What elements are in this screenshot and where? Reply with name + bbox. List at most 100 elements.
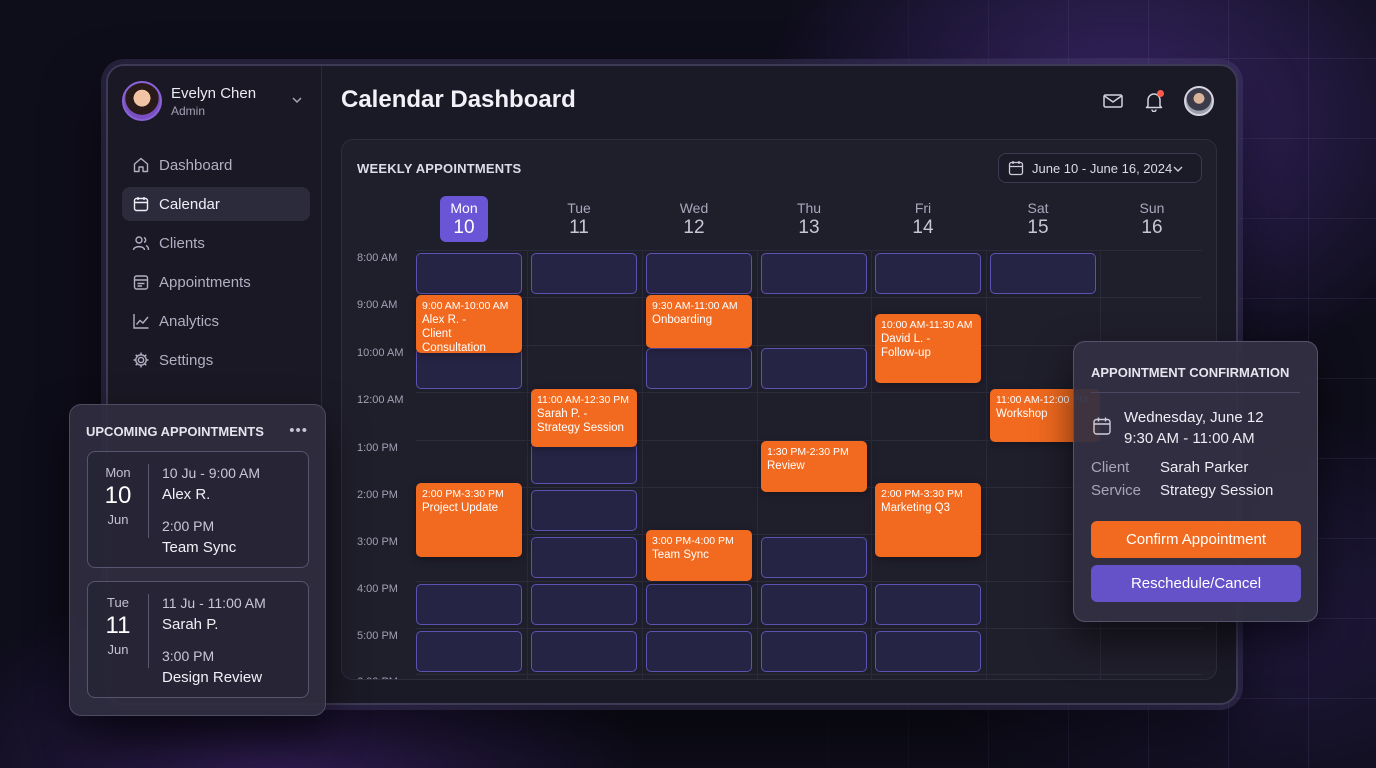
open-time-slot[interactable] — [531, 443, 637, 484]
card-weekday: Mon — [105, 465, 131, 480]
day-header-sun[interactable]: Sun 16 — [1128, 196, 1176, 242]
user-profile[interactable]: Evelyn Chen Admin — [122, 81, 256, 121]
confirm-appointment-button[interactable]: Confirm Appointment — [1091, 521, 1301, 558]
open-time-slot[interactable] — [761, 348, 867, 389]
appointment-event[interactable]: 1:30 PM-2:30 PM Review — [761, 440, 867, 492]
appointment-event[interactable]: 3:00 PM-4:00 PM Team Sync — [646, 530, 752, 581]
appointment-event[interactable]: 9:00 AM-10:00 AM Alex R. - Client Consult… — [416, 295, 522, 353]
grid-column-line — [986, 250, 987, 679]
day-header-thu[interactable]: Thu 13 — [785, 196, 833, 242]
confirmation-date: Wednesday, June 12 — [1124, 409, 1264, 426]
open-time-slot[interactable] — [875, 631, 981, 672]
open-time-slot[interactable] — [761, 537, 867, 578]
time-label: 2:00 PM — [357, 489, 398, 501]
client-value: Sarah Parker — [1160, 459, 1249, 476]
chart-line-icon — [133, 314, 149, 329]
upcoming-card[interactable]: Mon 10 Jun 10 Ju - 9:00 AM Alex R. 2:00 … — [87, 451, 309, 568]
sidebar-item-settings[interactable]: Settings — [122, 343, 310, 377]
clipboard-icon — [133, 275, 149, 290]
day-name: Sat — [1027, 200, 1049, 216]
open-time-slot[interactable] — [646, 348, 752, 389]
time-label: 8:00 AM — [357, 252, 398, 264]
day-date: 12 — [683, 217, 705, 238]
reschedule-cancel-button[interactable]: Reschedule/Cancel — [1091, 565, 1301, 602]
event-title: Marketing Q3 — [881, 502, 951, 514]
open-time-slot[interactable] — [761, 253, 867, 294]
sidebar-item-label: Dashboard — [159, 156, 233, 174]
appointment-event[interactable]: 11:00 AM-12:30 PM Sarah P. - Strategy Ses… — [531, 389, 637, 447]
chevron-down-icon[interactable] — [292, 95, 302, 105]
service-label: Service — [1091, 482, 1142, 499]
grid-line — [416, 674, 1202, 675]
open-time-slot[interactable] — [531, 584, 637, 625]
day-header-mon[interactable]: Mon 10 — [440, 196, 488, 242]
open-time-slot[interactable] — [875, 253, 981, 294]
date-range-select[interactable]: June 10 - June 16, 2024 — [998, 153, 1202, 183]
list-item: 10 Ju - 9:00 AM Alex R. — [162, 465, 260, 503]
event-title: David L. - Follow-up — [881, 332, 931, 359]
chevron-down-icon — [1173, 166, 1183, 172]
open-time-slot[interactable] — [416, 584, 522, 625]
client-label: Client — [1091, 459, 1130, 476]
page-title: Calendar Dashboard — [341, 86, 576, 113]
more-icon[interactable]: ••• — [289, 422, 308, 439]
appointment-event[interactable]: 10:00 AM-11:30 AM David L. - Follow-up — [875, 313, 981, 383]
card-month: Jun — [107, 642, 129, 657]
sidebar-item-appointments[interactable]: Appointments — [122, 265, 310, 299]
home-icon — [133, 157, 149, 173]
sidebar-item-label: Appointments — [159, 273, 251, 291]
mail-icon[interactable] — [1102, 90, 1124, 112]
bell-icon[interactable] — [1143, 90, 1165, 113]
day-header-sat[interactable]: Sat 15 — [1014, 196, 1062, 242]
time-label: 10:00 AM — [357, 347, 404, 359]
time-label: 4:00 PM — [357, 583, 398, 595]
event-title: Review — [767, 459, 805, 472]
day-header-wed[interactable]: Wed 12 — [670, 196, 718, 242]
appointment-event[interactable]: 2:00 PM-3:30 PM Project Update — [416, 483, 522, 557]
open-time-slot[interactable] — [531, 537, 637, 578]
day-header-fri[interactable]: Fri 14 — [899, 196, 947, 242]
open-time-slot[interactable] — [875, 584, 981, 625]
time-label: 12:00 AM — [357, 394, 404, 406]
divider — [1091, 392, 1300, 393]
open-time-slot[interactable] — [646, 584, 752, 625]
open-time-slot[interactable] — [531, 253, 637, 294]
time-label: 3:00 PM — [357, 536, 398, 548]
event-title: Alex R. - Client Consultation — [422, 314, 486, 353]
open-time-slot[interactable] — [761, 584, 867, 625]
event-time: 9:00 AM-10:00 AM — [422, 300, 509, 312]
appointment-event[interactable]: 2:00 PM-3:30 PM Marketing Q3 — [875, 483, 981, 557]
item-name: Sarah P. — [162, 616, 219, 633]
sidebar-item-dashboard[interactable]: Dashboard — [122, 148, 310, 182]
open-time-slot[interactable] — [761, 631, 867, 672]
sidebar-item-analytics[interactable]: Analytics — [122, 304, 310, 338]
calendar-icon — [1093, 417, 1111, 435]
open-time-slot[interactable] — [416, 631, 522, 672]
time-label: 6:00 PM — [357, 676, 398, 679]
open-time-slot[interactable] — [646, 631, 752, 672]
appointment-confirmation: APPOINTMENT CONFIRMATION Wednesday, June… — [1073, 341, 1318, 622]
open-time-slot[interactable] — [990, 253, 1096, 294]
upcoming-appointments: UPCOMING APPOINTMENTS ••• Mon 10 Jun 10 … — [69, 404, 326, 716]
header-actions — [1083, 86, 1214, 116]
event-title: Workshop — [996, 408, 1048, 420]
upcoming-card[interactable]: Tue 11 Jun 11 Ju - 11:00 AM Sarah P. 3:0… — [87, 581, 309, 698]
open-time-slot[interactable] — [531, 490, 637, 531]
event-time: 10:00 AM-11:30 AM — [881, 318, 973, 331]
open-time-slot[interactable] — [531, 631, 637, 672]
sidebar-item-clients[interactable]: Clients — [122, 226, 310, 260]
avatar[interactable] — [1184, 86, 1214, 116]
card-weekday: Tue — [107, 595, 129, 610]
grid-column-line — [527, 250, 528, 679]
upcoming-title: UPCOMING APPOINTMENTS — [86, 424, 264, 439]
appointment-event[interactable]: 9:30 AM-11:00 AM Onboarding — [646, 295, 752, 348]
day-date: 13 — [798, 217, 820, 238]
day-header-tue[interactable]: Tue 11 — [555, 196, 603, 242]
open-time-slot[interactable] — [646, 253, 752, 294]
sidebar-item-calendar[interactable]: Calendar — [122, 187, 310, 221]
user-name: Evelyn Chen — [171, 84, 257, 102]
event-time: 2:00 PM-3:30 PM — [881, 488, 963, 500]
user-role: Admin — [171, 103, 206, 118]
open-time-slot[interactable] — [416, 348, 522, 389]
open-time-slot[interactable] — [416, 253, 522, 294]
